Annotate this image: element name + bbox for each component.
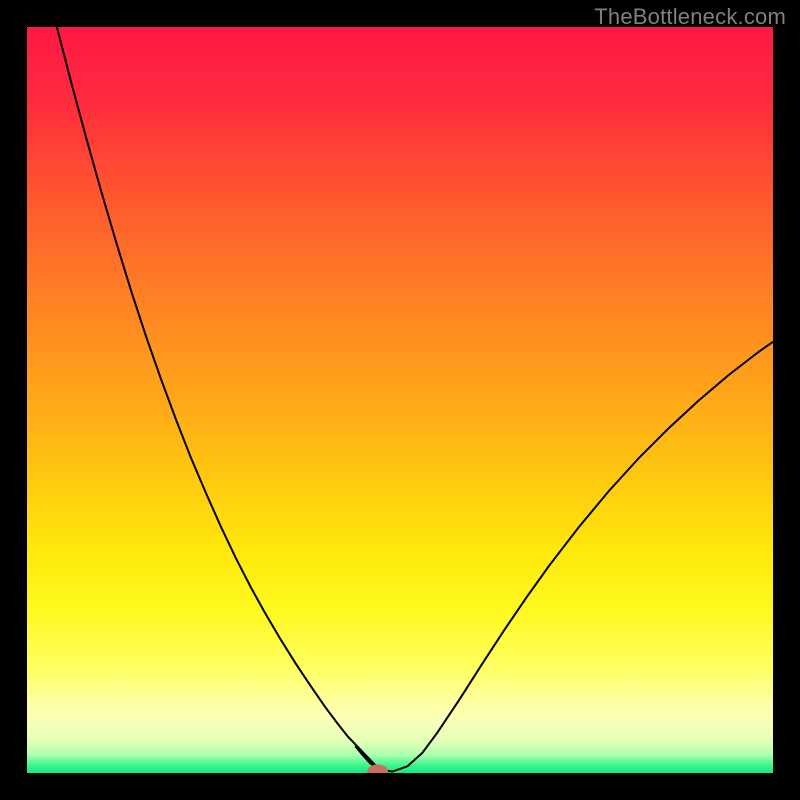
plot-area: [27, 27, 773, 773]
watermark-text: TheBottleneck.com: [594, 4, 786, 30]
chart-frame: TheBottleneck.com: [0, 0, 800, 800]
bottleneck-chart: [27, 27, 773, 773]
gradient-background: [27, 27, 773, 773]
